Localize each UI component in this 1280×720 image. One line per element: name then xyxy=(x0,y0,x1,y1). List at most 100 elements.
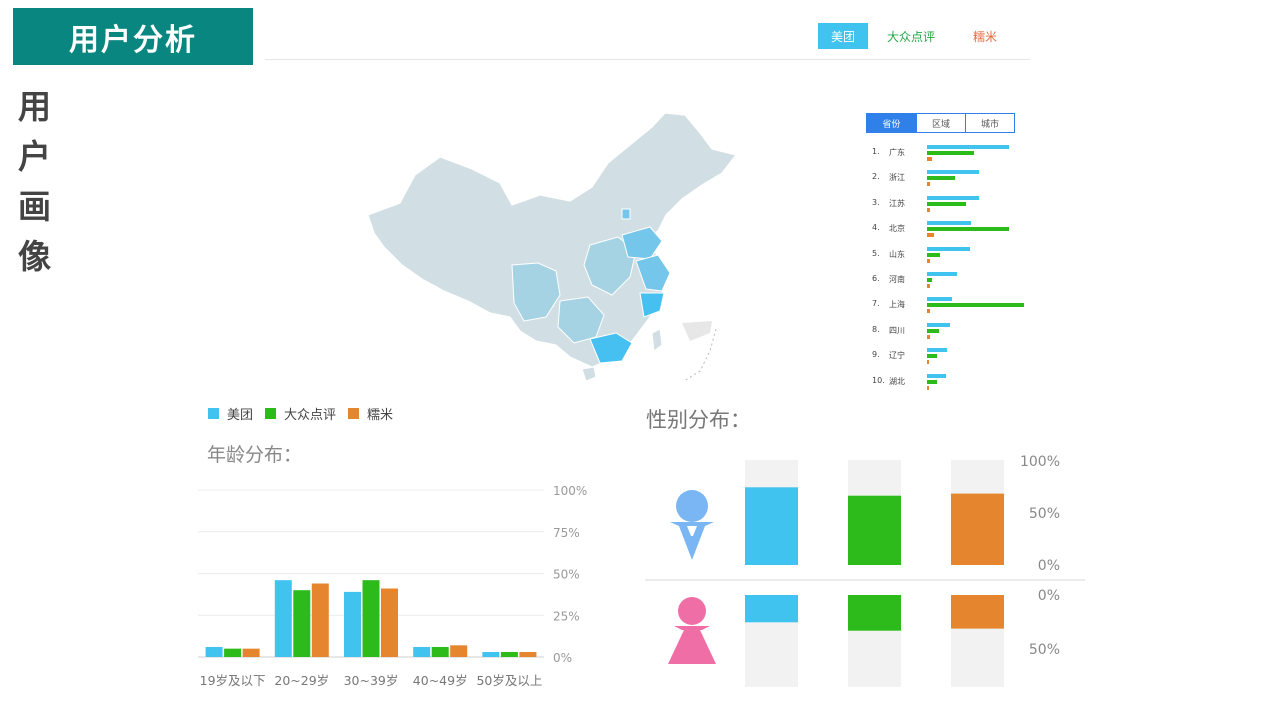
rank-number: 6. xyxy=(872,273,880,283)
legend-item: 大众点评 xyxy=(265,404,336,423)
y-tick-label: 0% xyxy=(553,651,572,665)
x-tick-label: 30~39岁 xyxy=(344,673,399,688)
y-tick-label: 50% xyxy=(553,568,580,582)
rank-bar xyxy=(927,354,937,359)
legend: 美团 大众点评 糯米 xyxy=(208,404,405,423)
map-region-base xyxy=(367,112,738,368)
rank-row: 8. 四川 xyxy=(866,318,1036,343)
rank-bar xyxy=(927,303,1024,308)
rank-row: 5. 山东 xyxy=(866,242,1036,267)
tab-province[interactable]: 省份 xyxy=(867,114,916,132)
rank-number: 9. xyxy=(872,350,880,360)
y-tick-label: 50% xyxy=(1029,642,1060,658)
side-title-char: 画 xyxy=(18,187,51,226)
legend-swatch xyxy=(265,408,277,419)
rank-row: 9. 辽宁 xyxy=(866,343,1036,368)
rank-bar xyxy=(927,227,1009,232)
age-bar-chart: 0% 25% 50% 75% 100% 19岁及以下 20~29岁 30~39岁 40~49岁 5… xyxy=(198,484,587,688)
rank-bar xyxy=(927,373,946,378)
age-bar xyxy=(500,651,518,657)
age-bar xyxy=(224,648,242,657)
y-tick-label: 25% xyxy=(553,609,580,623)
rank-bar xyxy=(927,151,974,155)
header-divider xyxy=(265,59,1030,60)
rank-row: 7. 上海 xyxy=(866,292,1036,317)
legend-label: 糯米 xyxy=(367,408,394,423)
map-region-top xyxy=(639,292,665,318)
rank-bar xyxy=(927,309,930,314)
rank-bar xyxy=(927,334,930,339)
age-bar xyxy=(450,645,468,657)
rank-bar xyxy=(927,283,930,288)
rank-number: 7. xyxy=(872,299,880,309)
rank-number: 1. xyxy=(872,147,880,156)
rank-bar xyxy=(927,271,957,276)
rank-number: 8. xyxy=(872,324,880,334)
rank-province-name: 浙江 xyxy=(889,173,905,183)
age-bar xyxy=(311,583,329,657)
age-bar xyxy=(381,588,398,657)
rank-province-name: 山东 xyxy=(889,249,905,259)
y-tick-label: 0% xyxy=(1038,588,1060,604)
rank-bar xyxy=(927,379,937,384)
legend-swatch xyxy=(208,408,219,419)
female-bar xyxy=(951,595,1004,629)
map-region-high xyxy=(621,208,631,220)
y-tick-label: 75% xyxy=(553,526,580,540)
rank-bar xyxy=(927,252,940,257)
rank-bar xyxy=(927,385,929,390)
rank-bar xyxy=(927,170,979,175)
rank-bar xyxy=(927,246,970,251)
tab-dianping[interactable]: 大众点评 xyxy=(880,23,942,49)
legend-swatch xyxy=(348,408,360,419)
y-tick-label: 100% xyxy=(553,484,587,498)
side-title-char: 户 xyxy=(18,137,51,176)
tab-nuomi[interactable]: 糯米 xyxy=(954,23,1016,49)
rank-province-name: 北京 xyxy=(889,224,905,234)
tab-meituan[interactable]: 美团 xyxy=(818,23,868,49)
age-bar xyxy=(482,651,500,657)
rank-bar xyxy=(927,207,930,212)
male-icon xyxy=(670,490,714,560)
age-bar xyxy=(413,646,431,657)
male-bar xyxy=(951,493,1004,565)
rank-bar xyxy=(927,297,952,302)
legend-label: 大众点评 xyxy=(284,408,337,423)
brand-tabs: 美团 大众点评 糯米 xyxy=(818,23,1016,49)
map-region-base xyxy=(581,366,597,382)
rank-bar xyxy=(927,157,932,161)
rank-number: 10. xyxy=(872,375,885,385)
age-bar xyxy=(431,646,449,657)
tab-region[interactable]: 区域 xyxy=(916,114,965,132)
rank-row: 6. 河南 xyxy=(866,267,1036,292)
age-bar xyxy=(362,580,380,657)
male-bar xyxy=(745,487,798,565)
province-ranking: 1. 广东 2. 浙江 3. 江苏 4. 北京 5. 山东 6. 河南 7. 上海 8. 四川 9. 辽宁 10. 湖… xyxy=(866,140,1036,394)
side-title-char: 像 xyxy=(18,237,51,276)
tab-city[interactable]: 城市 xyxy=(965,114,1014,132)
rank-row: 1. 广东 xyxy=(866,140,1036,165)
legend-label: 美团 xyxy=(227,408,254,423)
rank-province-name: 湖北 xyxy=(889,376,905,386)
male-bar xyxy=(848,495,901,565)
map-south-sea-islands xyxy=(682,321,712,341)
age-bar xyxy=(274,580,292,657)
side-title-char: 用 xyxy=(18,87,51,126)
x-tick-label: 19岁及以下 xyxy=(200,673,266,688)
rank-bar xyxy=(927,233,934,238)
age-chart-title: 年龄分布： xyxy=(207,444,303,466)
rank-bar xyxy=(927,258,930,263)
side-title: 用 户 画 像 xyxy=(18,82,58,282)
female-bar xyxy=(745,595,798,623)
rank-province-name: 辽宁 xyxy=(889,351,905,361)
rank-province-name: 广东 xyxy=(889,148,905,157)
x-tick-label: 40~49岁 xyxy=(413,673,468,688)
rank-row: 3. 江苏 xyxy=(866,191,1036,216)
rank-number: 5. xyxy=(872,248,880,258)
rank-bar xyxy=(927,221,971,226)
legend-item: 糯米 xyxy=(348,404,393,423)
rank-bar xyxy=(927,277,932,282)
rank-row: 2. 浙江 xyxy=(866,165,1036,190)
rank-bar xyxy=(927,145,1009,149)
female-icon xyxy=(668,597,716,664)
